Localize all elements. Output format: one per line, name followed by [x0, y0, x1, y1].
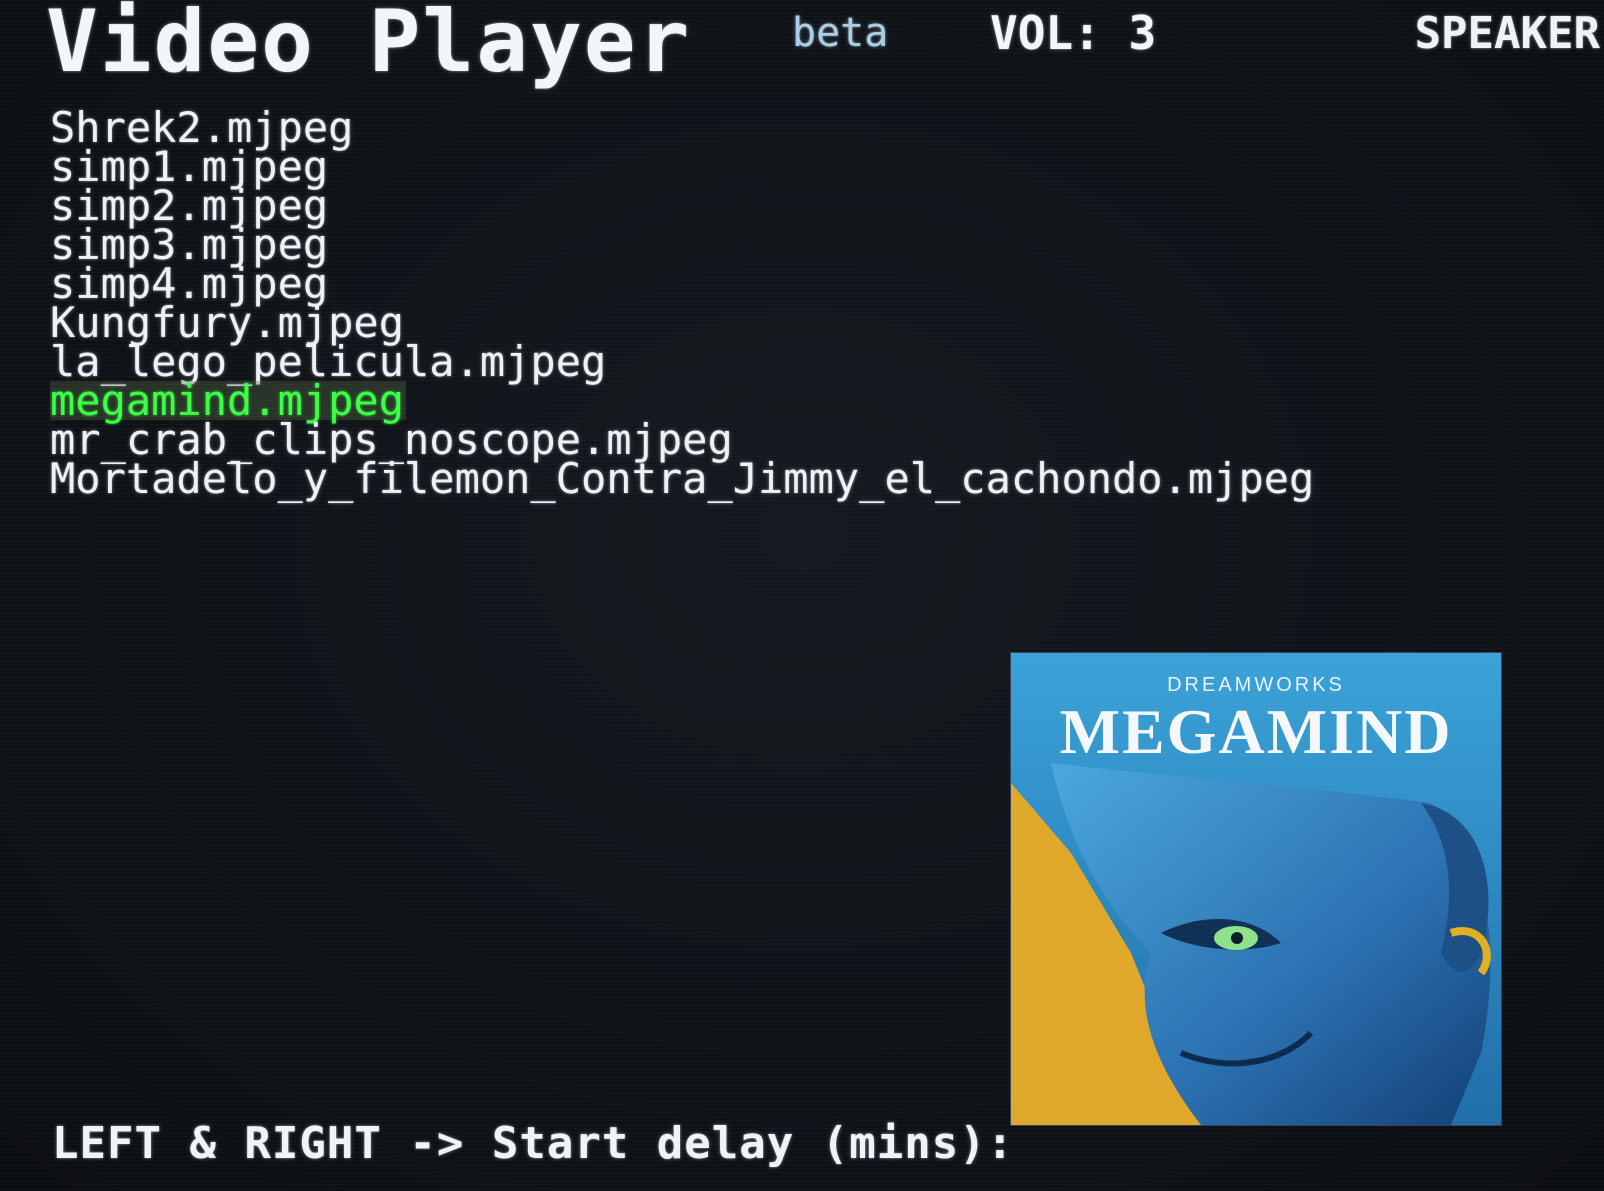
studio-logo-text: DREAMWORKS [1167, 674, 1345, 696]
poster-title-text: MEGAMIND [1060, 696, 1453, 767]
beta-label: beta [792, 10, 889, 56]
app-title: Video Player [46, 0, 692, 92]
audio-output-indicator: SPEAKER [1414, 8, 1600, 59]
video-preview-thumbnail: DREAMWORKS MEGAMIND [1010, 652, 1502, 1126]
poster-art: DREAMWORKS MEGAMIND [1011, 653, 1501, 1125]
video-player-screen: Video Player beta VOL: 3 SPEAKER Shrek2.… [0, 0, 1604, 1191]
controls-hint: LEFT & RIGHT -> Start delay (mins): [52, 1118, 1015, 1169]
file-list: Shrek2.mjpeg simp1.mjpeg simp2.mjpeg sim… [50, 107, 1314, 500]
volume-indicator: VOL: 3 [990, 6, 1157, 60]
file-name: Mortadelo_y_filemon_Contra_Jimmy_el_cach… [50, 454, 1315, 503]
file-item[interactable]: Mortadelo_y_filemon_Contra_Jimmy_el_cach… [50, 458, 1314, 500]
